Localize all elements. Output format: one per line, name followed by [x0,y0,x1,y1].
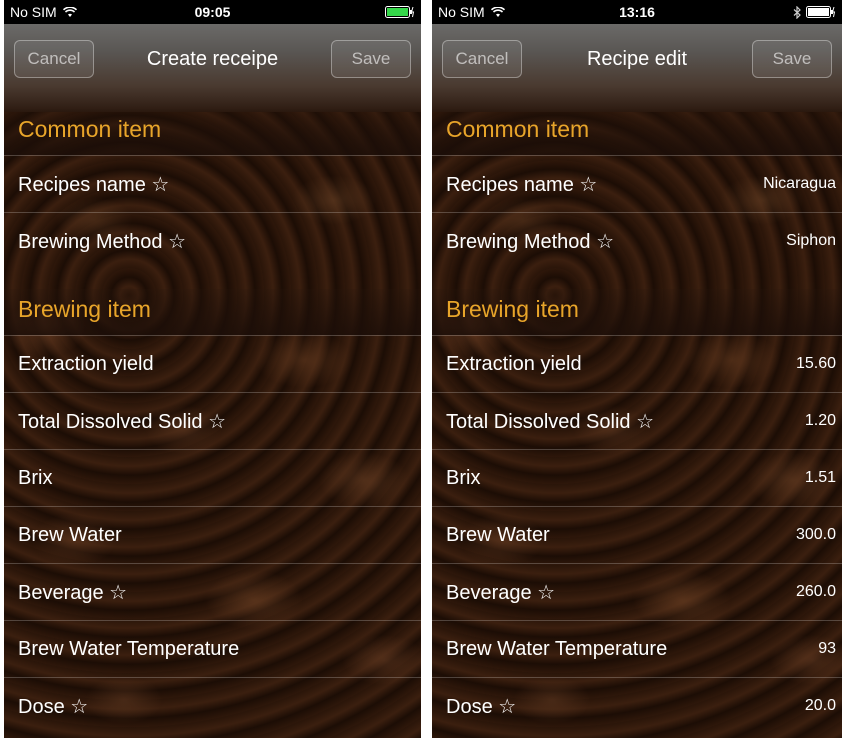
row-label: Brew Water Temperature [446,637,668,660]
row-label: Brix [446,466,481,489]
row-label: Brix [18,466,53,489]
row-brew-water-temperature[interactable]: Brew Water Temperature 93 [432,620,842,677]
clock: 13:16 [619,4,655,20]
status-bar: No SIM 13:16 [432,0,842,24]
row-brix[interactable]: Brix [4,449,421,506]
row-label: Brewing Method ☆ [446,230,615,253]
save-button[interactable]: Save [331,40,411,78]
row-value: 300.0 [795,526,836,543]
wifi-icon [62,6,77,17]
navigation-bar: Cancel Create receipe Save [4,24,421,112]
row-label: Extraction yield [446,352,582,375]
row-label: Beverage ☆ [18,581,128,604]
row-label: Brew Water Temperature [18,637,240,660]
carrier-label: No SIM [438,4,485,20]
row-recipes-name[interactable]: Recipes name ☆ Nicaragua [432,155,842,212]
section-header-brewing: Brewing item [432,289,842,335]
row-label: Brew Water [446,523,550,546]
row-brew-water[interactable]: Brew Water 300.0 [432,506,842,563]
row-label: Dose ☆ [446,695,517,718]
row-brix[interactable]: Brix 1.51 [432,449,842,506]
row-label: Dose ☆ [18,695,89,718]
row-total-dissolved-solid[interactable]: Total Dissolved Solid ☆ 1.20 [432,392,842,449]
row-value: 93 [818,640,836,657]
status-bar: No SIM 09:05 [4,0,421,24]
row-beverage[interactable]: Beverage ☆ [4,563,421,620]
row-label: Total Dissolved Solid ☆ [18,410,227,433]
row-label: Recipes name ☆ [446,173,598,196]
row-dose[interactable]: Dose ☆ [4,677,421,734]
row-value: Siphon [786,232,836,249]
battery-icon [806,6,836,18]
row-label: Extraction yield [18,352,154,375]
row-label: Beverage ☆ [446,581,556,604]
row-total-dissolved-solid[interactable]: Total Dissolved Solid ☆ [4,392,421,449]
wifi-icon [490,6,505,17]
row-value: 1.20 [804,412,836,429]
row-recipes-name[interactable]: Recipes name ☆ [4,155,421,212]
section-header-common: Common item [432,109,842,155]
row-value: 260.0 [795,583,836,600]
carrier-label: No SIM [10,4,57,20]
battery-icon [385,6,415,18]
row-label: Brewing Method ☆ [18,230,187,253]
section-header-common: Common item [4,109,421,155]
clock: 09:05 [194,4,231,20]
row-extraction-yield[interactable]: Extraction yield [4,335,421,392]
row-value: Nicaragua [763,175,836,192]
row-label: Brew Water [18,523,122,546]
row-brew-water[interactable]: Brew Water [4,506,421,563]
row-extraction-yield[interactable]: Extraction yield 15.60 [432,335,842,392]
row-brew-water-temperature[interactable]: Brew Water Temperature [4,620,421,677]
row-value: 1.51 [804,469,836,486]
row-value: 15.60 [795,355,836,372]
section-header-brewing: Brewing item [4,289,421,335]
row-brewing-method[interactable]: Brewing Method ☆ [4,212,421,269]
save-button[interactable]: Save [752,40,832,78]
row-value: 20.0 [804,697,836,714]
phone-screen-left: No SIM 09:05 Cancel Create receipe Save … [4,0,421,738]
phone-screen-right: No SIM 13:16 Cancel Recipe edit Save Com… [432,0,842,738]
row-label: Total Dissolved Solid ☆ [446,410,655,433]
navigation-bar: Cancel Recipe edit Save [432,24,842,112]
row-label: Recipes name ☆ [18,173,170,196]
bluetooth-icon [793,5,801,19]
row-beverage[interactable]: Beverage ☆ 260.0 [432,563,842,620]
row-dose[interactable]: Dose ☆ 20.0 [432,677,842,734]
row-brewing-method[interactable]: Brewing Method ☆ Siphon [432,212,842,269]
